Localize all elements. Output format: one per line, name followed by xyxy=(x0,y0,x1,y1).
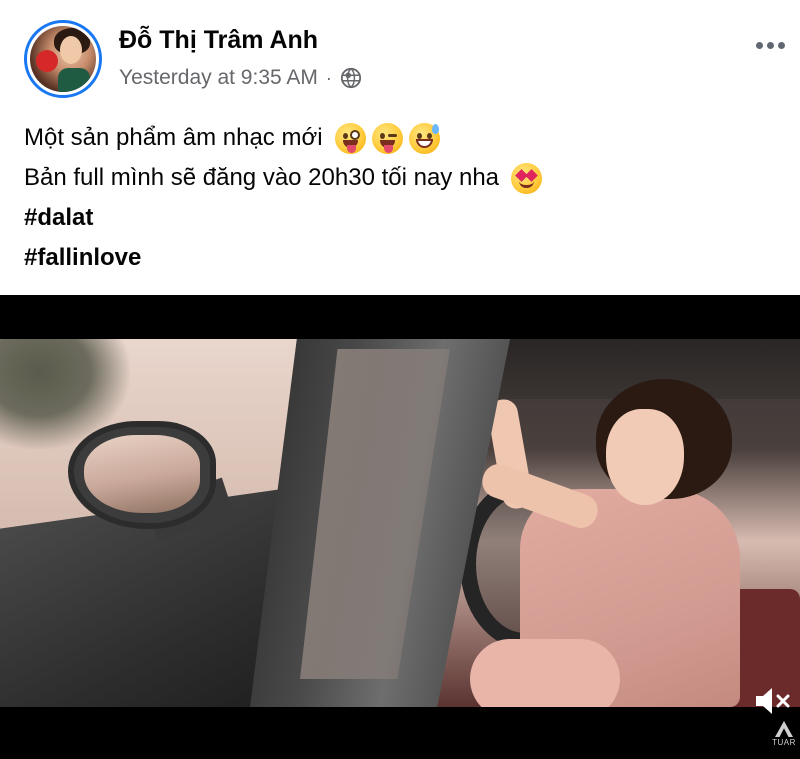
avatar-photo xyxy=(30,26,96,92)
post-header: Đỗ Thị Trâm Anh Yesterday at 9:35 AM · xyxy=(0,0,800,110)
dot-icon xyxy=(755,41,763,49)
side-mirror xyxy=(68,421,216,529)
post-text-line-1: Một sản phẩm âm nhạc mới xyxy=(24,124,323,151)
post-text: Một sản phẩm âm nhạc mới Bản full mình s… xyxy=(24,118,784,278)
winking-tongue-face-emoji-icon xyxy=(371,122,403,154)
post-meta: Yesterday at 9:35 AM · xyxy=(119,66,362,90)
dot-icon xyxy=(766,41,774,49)
post-text-line-2: Bản full mình sẽ đăng vào 20h30 tối nay … xyxy=(24,164,500,191)
woman-face xyxy=(606,409,684,505)
hashtag-link[interactable]: #fallinlove xyxy=(24,238,141,278)
video-watermark: TUAR xyxy=(772,721,796,747)
hashtag-link[interactable]: #dalat xyxy=(24,198,93,238)
mirror-glass xyxy=(84,435,200,513)
zany-face-emoji-icon xyxy=(334,122,366,154)
dot-icon xyxy=(777,41,785,49)
watermark-text: TUAR xyxy=(772,738,796,747)
post-timestamp[interactable]: Yesterday at 9:35 AM xyxy=(119,66,318,90)
grinning-sweat-face-emoji-icon xyxy=(408,122,440,154)
post-text-line: #fallinlove xyxy=(24,238,784,278)
meta-separator: · xyxy=(325,67,332,88)
speaker-muted-icon[interactable] xyxy=(752,681,792,721)
post-text-line: Bản full mình sẽ đăng vào 20h30 tối nay … xyxy=(24,158,784,198)
watermark-logo-icon xyxy=(775,721,793,737)
heart-eyes-face-emoji-icon xyxy=(511,162,543,194)
post-video[interactable]: TUAR xyxy=(0,295,800,759)
more-options-button[interactable] xyxy=(750,30,790,60)
post-text-line: Một sản phẩm âm nhạc mới xyxy=(24,118,784,158)
woman-leg xyxy=(470,639,620,707)
globe-icon[interactable] xyxy=(340,67,362,89)
post-text-line: #dalat xyxy=(24,198,784,238)
author-name[interactable]: Đỗ Thị Trâm Anh xyxy=(119,26,318,55)
author-avatar[interactable] xyxy=(24,20,102,98)
video-frame[interactable] xyxy=(0,339,800,707)
